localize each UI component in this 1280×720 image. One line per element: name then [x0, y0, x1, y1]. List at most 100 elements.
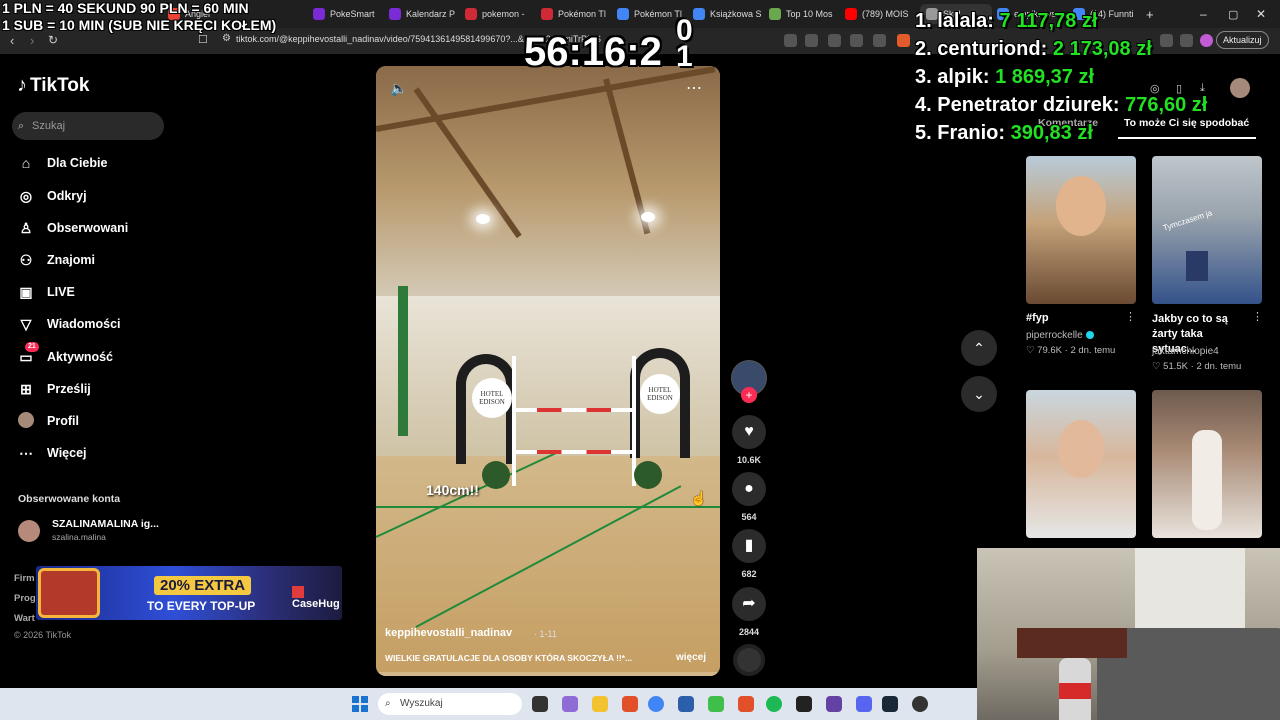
avatar[interactable]	[18, 520, 40, 542]
browser-tab[interactable]: pokemon -	[465, 4, 535, 24]
search-placeholder: Szukaj	[32, 120, 66, 132]
translate-icon[interactable]	[805, 34, 818, 47]
followed-account-name[interactable]: SZALINAMALINA ig...	[52, 518, 159, 530]
extension-icon[interactable]	[1160, 34, 1173, 47]
card-menu-icon[interactable]: ⋮	[1252, 310, 1263, 323]
card-author[interactable]: jaktamchlopie4	[1152, 346, 1219, 357]
spotify-icon[interactable]	[766, 696, 782, 712]
thumb-overlay-text: Tymczasem ja	[1161, 208, 1214, 233]
nav-item-profile[interactable]: Profil	[17, 411, 79, 431]
video-thumbnail[interactable]: Tymczasem ja	[1152, 156, 1262, 304]
video-menu-icon[interactable]: ⋯	[686, 78, 702, 98]
video-thumbnail[interactable]	[1152, 390, 1262, 538]
bookmark-icon[interactable]: ☐	[198, 33, 208, 46]
followed-account-handle: szalina.malina	[52, 532, 106, 542]
chrome-icon[interactable]	[648, 696, 664, 712]
comment-button[interactable]: ●	[732, 472, 766, 506]
nav-item-messages[interactable]: ▽ Wiadomości	[17, 314, 121, 334]
forward-arrow-icon[interactable]: ›	[30, 33, 34, 48]
nav-item-upload[interactable]: ⊞ Prześlij	[17, 379, 91, 399]
tiktok-logo[interactable]: ♪ TikTok	[17, 74, 89, 97]
sound-icon[interactable]: 🔈	[390, 80, 407, 97]
minimize-button[interactable]: –	[1200, 4, 1207, 24]
extension-icon[interactable]	[784, 34, 797, 47]
back-arrow-icon[interactable]: ‹	[10, 33, 14, 48]
taskbar-search-input[interactable]: ⌕ Wyszukaj	[378, 693, 522, 715]
browser-tab[interactable]: PokeSmart	[313, 4, 383, 24]
app-icon[interactable]	[708, 696, 724, 712]
video-progress-bar[interactable]	[376, 672, 720, 676]
leaderboard-row: 1. lalala: 7 117,78 zł	[915, 10, 1098, 32]
close-window-button[interactable]: ✕	[1256, 4, 1266, 24]
steam-icon[interactable]	[882, 696, 898, 712]
video-thumbnail[interactable]	[1026, 156, 1136, 304]
brave-shield-icon[interactable]	[897, 34, 910, 47]
shield-icon[interactable]	[1180, 34, 1193, 47]
nav-item-explore[interactable]: ◎ Odkryj	[17, 186, 87, 206]
nav-item-live[interactable]: ▣ LIVE	[17, 282, 75, 302]
save-button[interactable]: ▮	[732, 529, 766, 563]
nav-label: Więcej	[47, 446, 87, 460]
leaderboard-row: 3. alpik: 1 869,37 zł	[915, 66, 1095, 88]
like-button[interactable]: ♥	[732, 415, 766, 449]
store-icon[interactable]	[678, 696, 694, 712]
obs-icon[interactable]	[796, 696, 812, 712]
profile-icon[interactable]	[1200, 34, 1213, 47]
app-icon[interactable]	[826, 696, 842, 712]
search-input[interactable]: ⌕ Szukaj	[12, 112, 164, 140]
card-title[interactable]: #fyp	[1026, 312, 1049, 324]
ad-banner[interactable]: 20% EXTRA TO EVERY TOP-UP CaseHug	[36, 566, 342, 620]
follow-plus-icon[interactable]: +	[741, 387, 757, 403]
copilot-icon[interactable]	[562, 696, 578, 712]
nav-item-activity[interactable]: ▭ 21 Aktywność	[17, 341, 113, 367]
brave-browser-icon[interactable]	[622, 696, 638, 712]
video-player[interactable]: HOTEL EDISON HOTEL EDISON 140cm!! 🔈 ⋯ ke…	[376, 66, 720, 676]
browser-tab[interactable]: Top 10 Mos	[769, 4, 839, 24]
tab-label: Kalendarz P	[406, 9, 456, 19]
nav-item-for-you[interactable]: ⌂ Dla Ciebie	[17, 153, 108, 173]
chevron-up-icon: ⌃	[973, 340, 985, 356]
footer-link[interactable]: Wart	[14, 613, 35, 624]
video-description: WIELKIE GRATULACJE DLA OSOBY KTÓRA SKOCZ…	[385, 653, 633, 663]
tab-label: Top 10 Mos	[786, 9, 833, 19]
nav-item-following[interactable]: ♙ Obserwowani	[17, 218, 129, 238]
card-author[interactable]: piperrockelle	[1026, 330, 1094, 341]
share-button[interactable]: ➦	[732, 587, 766, 621]
reload-icon[interactable]: ↻	[48, 33, 58, 47]
video-author[interactable]: keppihevostalli_nadinav	[385, 627, 512, 639]
search-icon: ⌕	[385, 698, 391, 709]
windows-start-icon[interactable]	[352, 696, 368, 712]
messages-icon: ▽	[20, 315, 32, 332]
nav-label: LIVE	[47, 285, 75, 299]
browser-tab[interactable]: (789) MOIS	[845, 4, 915, 24]
avatar[interactable]	[1230, 78, 1250, 98]
site-info-icon[interactable]: ⚙	[222, 33, 231, 44]
music-disc-icon[interactable]	[733, 644, 765, 676]
next-video-button[interactable]: ⌄	[961, 376, 997, 412]
brave-browser-icon[interactable]	[738, 696, 754, 712]
maximize-button[interactable]: ▢	[1228, 4, 1238, 24]
card-menu-icon[interactable]: ⋮	[1125, 310, 1136, 323]
activity-badge: 21	[25, 341, 39, 352]
nav-item-more[interactable]: ⋯ Więcej	[17, 443, 87, 463]
tab-label: Pokémon Tl	[558, 9, 606, 19]
task-view-icon[interactable]	[532, 696, 548, 712]
file-explorer-icon[interactable]	[592, 696, 608, 712]
previous-video-button[interactable]: ⌃	[961, 330, 997, 366]
more-link[interactable]: więcej	[676, 652, 706, 663]
tab-recommended[interactable]: To może Ci się spodobać	[1124, 117, 1249, 129]
zoom-icon[interactable]	[828, 34, 841, 47]
video-thumbnail[interactable]	[1026, 390, 1136, 538]
update-button[interactable]: Aktualizuj	[1216, 31, 1269, 49]
nav-item-friends[interactable]: ⚇ Znajomi	[17, 250, 95, 270]
browser-tab[interactable]: Pokémon Tl	[541, 4, 611, 24]
footer-link[interactable]: Firm	[14, 573, 35, 584]
app-icon[interactable]	[912, 696, 928, 712]
share-icon[interactable]	[873, 34, 886, 47]
footer-link[interactable]: Prog	[14, 593, 36, 604]
discord-icon[interactable]	[856, 696, 872, 712]
browser-tab[interactable]: Książkowa S	[693, 4, 763, 24]
new-tab-button[interactable]: +	[1146, 4, 1154, 24]
browser-tab[interactable]: Kalendarz P	[389, 4, 459, 24]
cast-icon[interactable]	[850, 34, 863, 47]
